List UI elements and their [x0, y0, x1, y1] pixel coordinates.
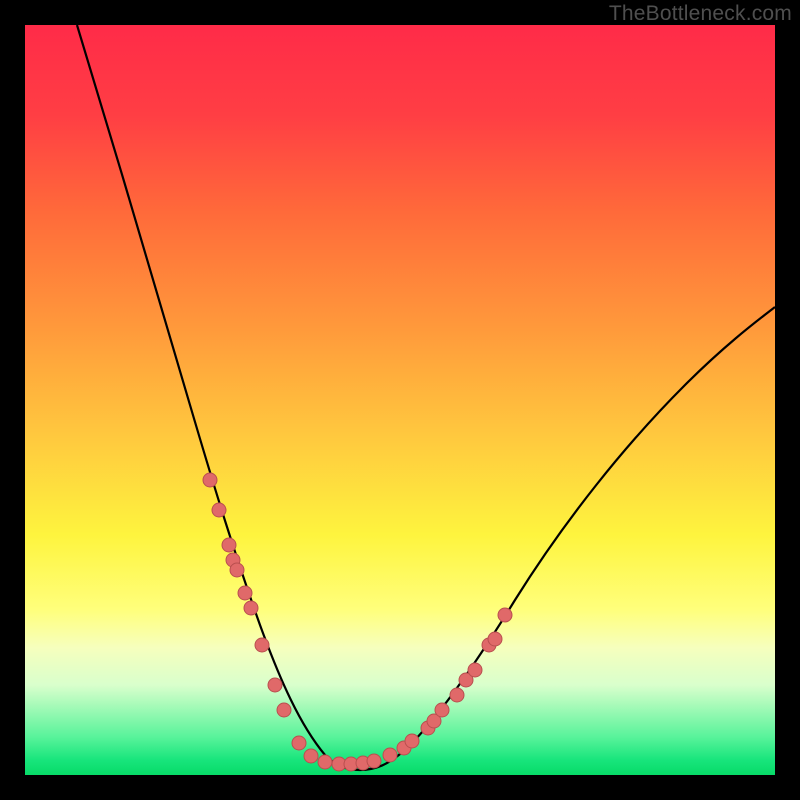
- data-marker: [318, 755, 332, 769]
- data-marker: [212, 503, 226, 517]
- watermark-text: TheBottleneck.com: [609, 2, 792, 26]
- data-marker: [498, 608, 512, 622]
- data-marker: [383, 748, 397, 762]
- left-markers: [203, 473, 291, 717]
- data-marker: [304, 749, 318, 763]
- data-marker: [238, 586, 252, 600]
- bottleneck-curve: [77, 25, 775, 770]
- chart-frame: TheBottleneck.com: [0, 0, 800, 800]
- data-marker: [488, 632, 502, 646]
- data-marker: [405, 734, 419, 748]
- data-marker: [450, 688, 464, 702]
- data-marker: [468, 663, 482, 677]
- data-marker: [435, 703, 449, 717]
- data-marker: [222, 538, 236, 552]
- data-marker: [367, 754, 381, 768]
- chart-svg: [25, 25, 775, 775]
- data-marker: [268, 678, 282, 692]
- data-marker: [292, 736, 306, 750]
- data-marker: [255, 638, 269, 652]
- data-marker: [230, 563, 244, 577]
- data-marker: [277, 703, 291, 717]
- plot-area: [25, 25, 775, 775]
- data-marker: [203, 473, 217, 487]
- valley-markers: [292, 736, 411, 771]
- data-marker: [244, 601, 258, 615]
